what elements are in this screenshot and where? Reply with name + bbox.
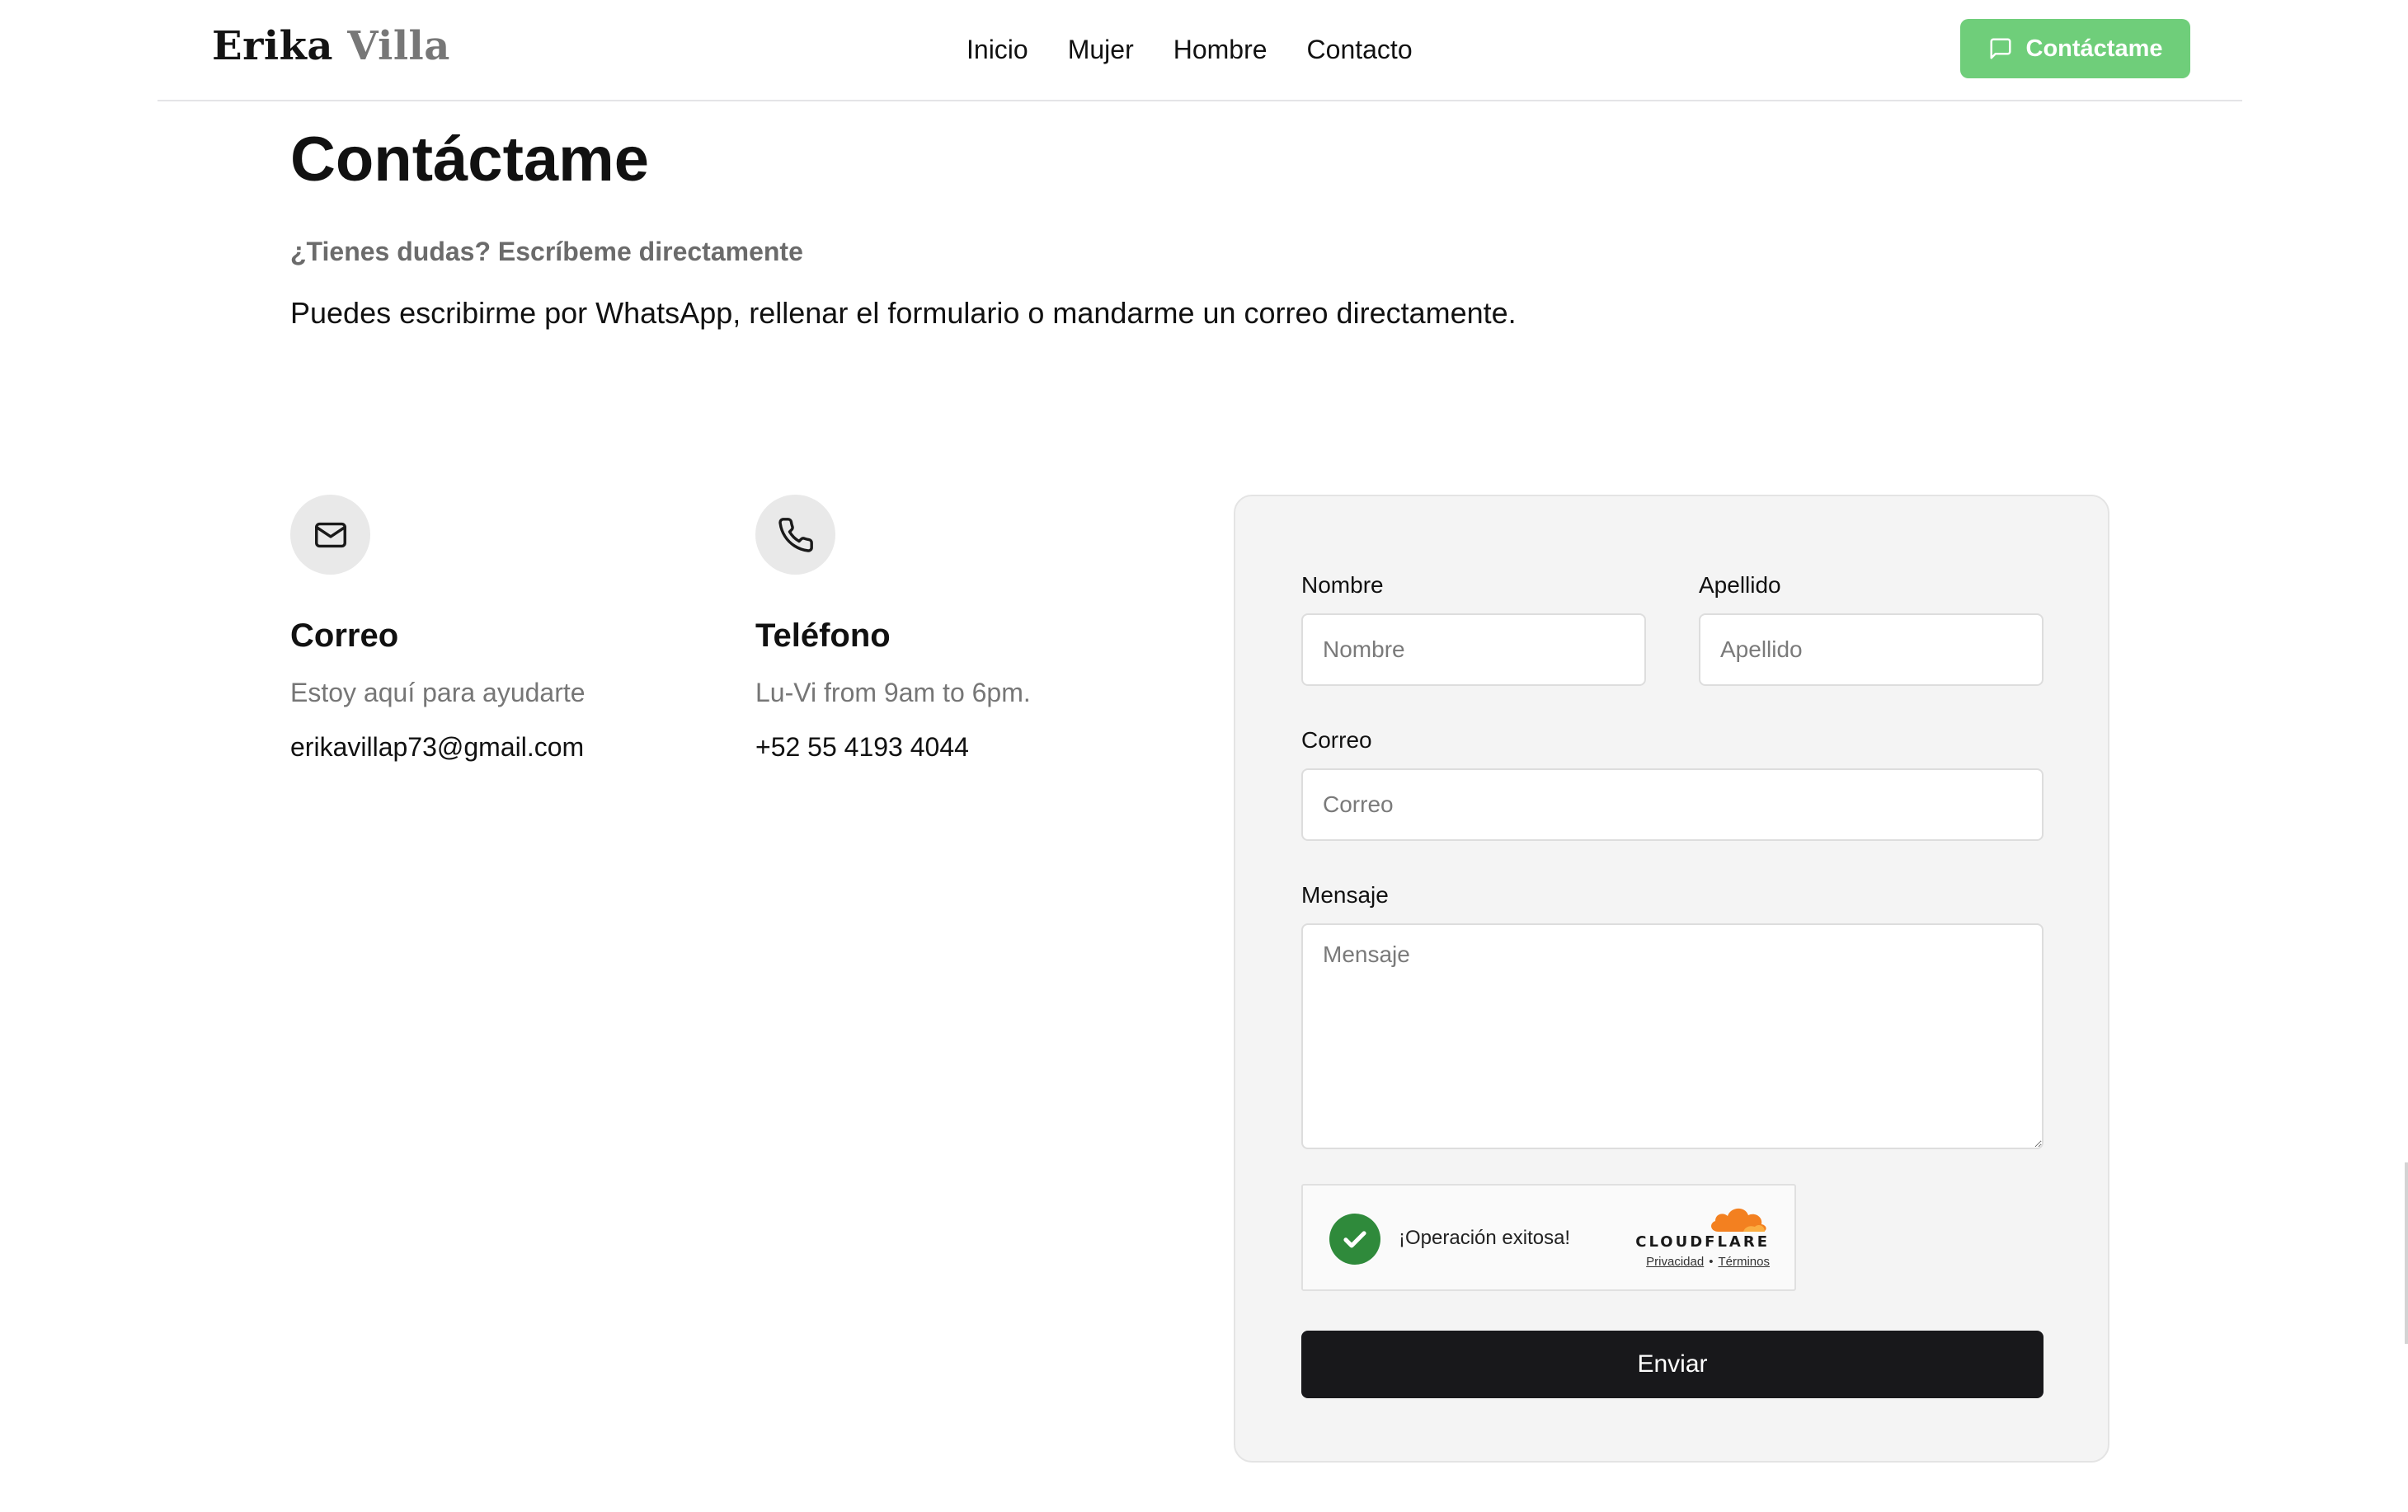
first-name-label: Nombre [1301, 572, 1384, 598]
nav-link-inicio[interactable]: Inicio [966, 31, 1028, 68]
contact-email-description: Estoy aquí para ayudarte [290, 678, 586, 707]
email-input[interactable] [1301, 768, 2044, 841]
nav-link-hombre[interactable]: Hombre [1173, 31, 1267, 68]
mail-icon [290, 495, 370, 575]
contact-cta-button[interactable]: Contáctame [1960, 19, 2190, 78]
captcha-links: Privacidad • Términos [1646, 1255, 1770, 1269]
email-label: Correo [1301, 727, 1372, 753]
contact-cta-label: Contáctame [2025, 35, 2163, 62]
contact-phone-hours: Lu-Vi from 9am to 6pm. [755, 678, 1031, 707]
site-logo[interactable]: Erika Villa [212, 21, 450, 71]
captcha-links-separator: • [1709, 1255, 1714, 1269]
captcha-terms-link[interactable]: Términos [1718, 1255, 1770, 1269]
captcha-privacy-link[interactable]: Privacidad [1646, 1255, 1704, 1269]
contact-form: Nombre Apellido Correo Mensaje ¡Operació… [1234, 495, 2109, 1463]
cloudflare-cloud-icon [1711, 1208, 1766, 1232]
site-header: Erika Villa Inicio Mujer Hombre Contacto… [158, 0, 2242, 101]
chat-icon [1988, 36, 2013, 61]
contact-email-card: Correo Estoy aquí para ayudarte erikavil… [290, 495, 703, 764]
cloudflare-brand: CLOUDFLARE Privacidad • Términos [1613, 1204, 1770, 1278]
last-name-label: Apellido [1699, 572, 1781, 598]
contact-phone-number[interactable]: +52 55 4193 4044 [755, 730, 1168, 764]
last-name-input[interactable] [1699, 613, 2044, 686]
submit-button[interactable]: Enviar [1301, 1331, 2044, 1398]
cloudflare-wordmark: CLOUDFLARE [1635, 1233, 1770, 1251]
logo-last-name: Villa [347, 23, 450, 69]
logo-first-name: Erika [212, 23, 333, 69]
message-label: Mensaje [1301, 882, 1389, 908]
nav-link-mujer[interactable]: Mujer [1068, 31, 1134, 68]
intro-text: Puedes escribirme por WhatsApp, rellenar… [290, 296, 1517, 330]
cloudflare-captcha-widget[interactable]: ¡Operación exitosa! CLOUDFLARE Privacida… [1301, 1184, 1796, 1291]
main-nav: Inicio Mujer Hombre Contacto [966, 31, 1413, 68]
nav-link-contacto[interactable]: Contacto [1307, 31, 1413, 68]
first-name-input[interactable] [1301, 613, 1646, 686]
page-title: Contáctame [290, 124, 649, 195]
success-check-icon [1329, 1214, 1380, 1265]
message-textarea[interactable] [1301, 923, 2044, 1149]
captcha-status-text: ¡Operación exitosa! [1399, 1227, 1571, 1249]
page-subtitle: ¿Tienes dudas? Escríbeme directamente [290, 237, 803, 266]
contact-email-title: Correo [290, 617, 399, 654]
phone-icon [755, 495, 835, 575]
contact-email-address[interactable]: erikavillap73@gmail.com [290, 730, 703, 764]
page-scrollbar[interactable] [2405, 1162, 2408, 1344]
contact-phone-title: Teléfono [755, 617, 891, 654]
contact-phone-card: Teléfono Lu-Vi from 9am to 6pm. +52 55 4… [755, 495, 1168, 764]
